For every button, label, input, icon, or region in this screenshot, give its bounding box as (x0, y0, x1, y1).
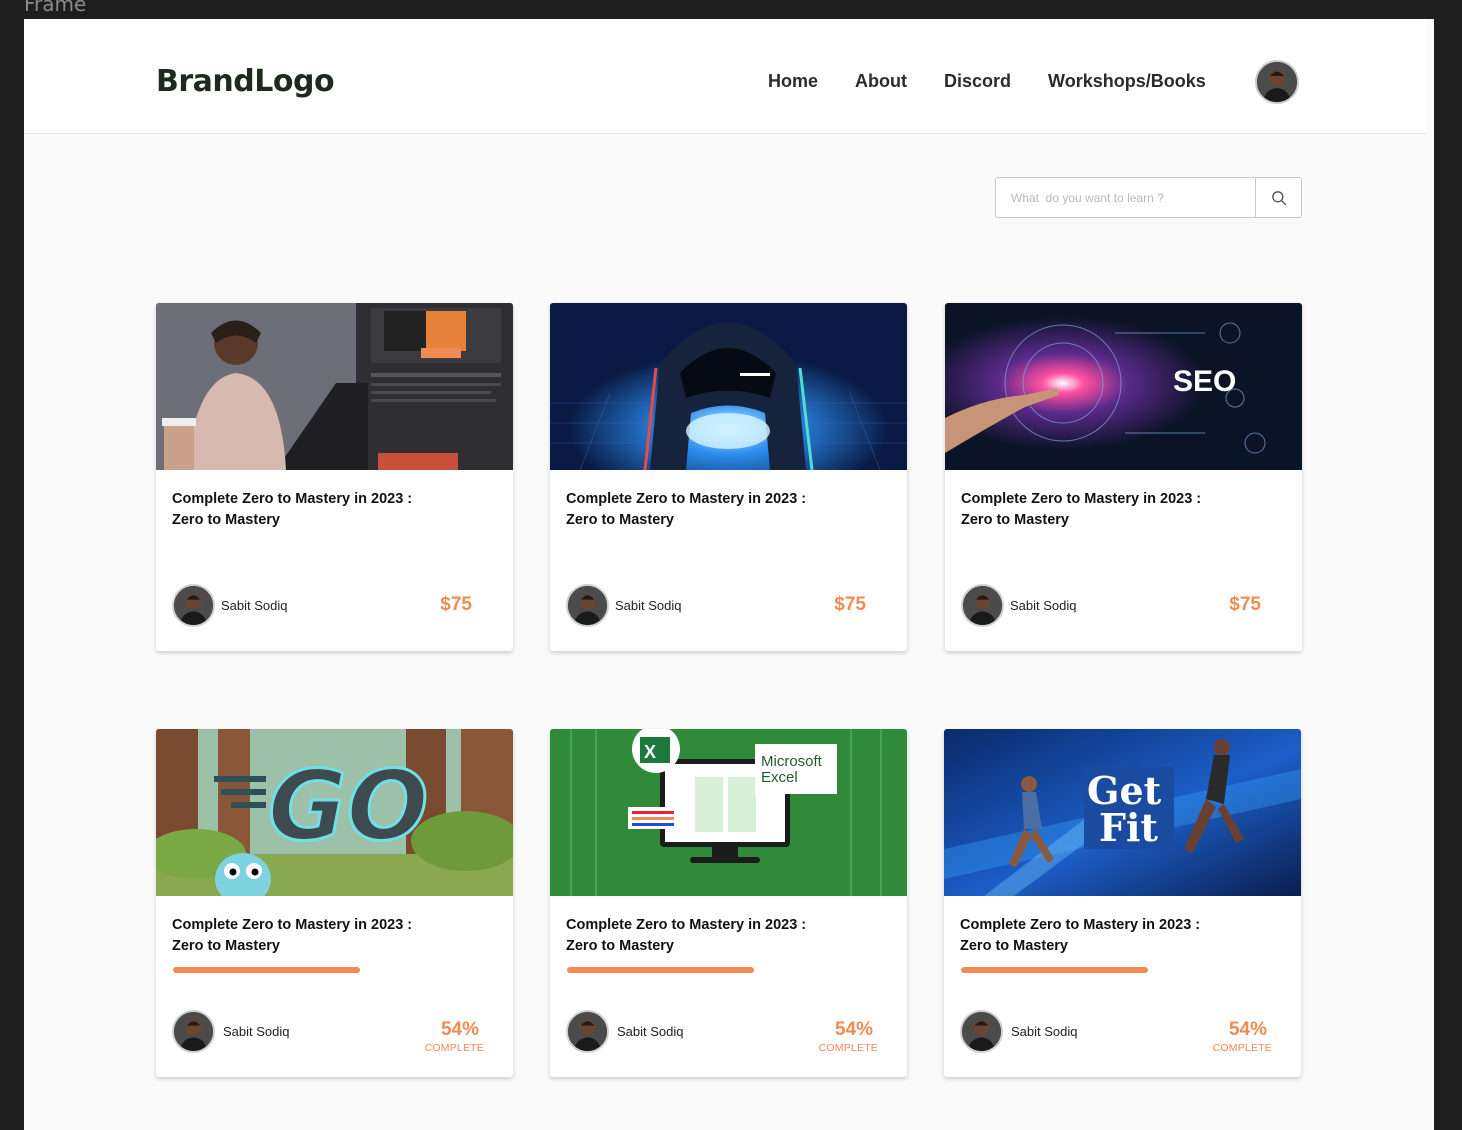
course-thumbnail: SEO (945, 303, 1302, 470)
go-image-text: GO (268, 750, 428, 862)
course-price: $75 (440, 594, 472, 615)
author-avatar (960, 1010, 1003, 1053)
excel-image-text-2: Excel (761, 769, 798, 786)
author-name: Sabit Sodiq (615, 598, 682, 613)
in-progress-card[interactable]: Get Fit Complete Zero to Mastery in 2023… (944, 729, 1301, 1077)
course-title[interactable]: Complete Zero to Mastery in 2023 : Zero … (961, 489, 1241, 530)
course-image-go: GO (156, 729, 513, 896)
search-input[interactable] (996, 178, 1255, 217)
course-title[interactable]: Complete Zero to Mastery in 2023 : Zero … (172, 489, 452, 530)
author-avatar (172, 584, 215, 627)
author-name: Sabit Sodiq (1011, 1024, 1078, 1039)
progress-percent: 54% (1228, 1019, 1267, 1040)
get-fit-image-text-2: Fit (1099, 805, 1158, 850)
navbar: BrandLogo Home About Discord Workshops/B… (24, 19, 1426, 134)
nav-link-workshops-books[interactable]: Workshops/Books (1048, 71, 1206, 92)
course-image-hacker (550, 303, 907, 470)
course-price: $75 (834, 594, 866, 615)
author-avatar (961, 584, 1004, 627)
course-card[interactable]: Complete Zero to Mastery in 2023 : Zero … (156, 303, 513, 651)
frame-label: Frame (24, 0, 87, 16)
search-button[interactable] (1255, 178, 1301, 217)
author-name: Sabit Sodiq (223, 1024, 290, 1039)
course-price: $75 (1229, 594, 1261, 615)
nav-link-home[interactable]: Home (768, 71, 818, 92)
course-thumbnail: X Microsoft Excel (550, 729, 907, 896)
brand-logo[interactable]: BrandLogo (156, 64, 335, 99)
author-name: Sabit Sodiq (617, 1024, 684, 1039)
user-avatar[interactable] (1255, 60, 1299, 104)
course-title[interactable]: Complete Zero to Mastery in 2023 : Zero … (960, 915, 1240, 956)
progress-status-label: COMPLETE (424, 1042, 484, 1054)
page-frame: BrandLogo Home About Discord Workshops/B… (24, 19, 1434, 1130)
seo-image-text: SEO (1173, 365, 1236, 398)
course-thumbnail: GO (156, 729, 513, 896)
search-bar (995, 177, 1302, 218)
in-progress-card[interactable]: X Microsoft Excel Complete Zero to Maste… (550, 729, 907, 1077)
user-avatar-image (1257, 62, 1297, 102)
progress-percent: 54% (440, 1019, 479, 1040)
course-card[interactable]: SEO Complete Zero to Mastery in 2023 : Z… (945, 303, 1302, 651)
progress-status-label: COMPLETE (1212, 1042, 1272, 1054)
progress-status-label: COMPLETE (818, 1042, 878, 1054)
excel-image-text-1: Microsoft (761, 753, 823, 770)
progress-bar (173, 967, 360, 973)
nav-links: Home About Discord Workshops/Books (768, 71, 1206, 92)
course-image-get-fit: Get Fit (944, 729, 1301, 896)
author-name: Sabit Sodiq (221, 598, 288, 613)
course-thumbnail: Get Fit (944, 729, 1301, 896)
author-avatar (172, 1010, 215, 1053)
nav-link-discord[interactable]: Discord (944, 71, 1011, 92)
course-image-woman-laptop (156, 303, 513, 470)
progress-percent: 54% (834, 1019, 873, 1040)
course-thumbnail (550, 303, 907, 470)
course-title[interactable]: Complete Zero to Mastery in 2023 : Zero … (566, 489, 846, 530)
progress-bar (961, 967, 1148, 973)
nav-link-about[interactable]: About (855, 71, 907, 92)
search-icon (1271, 190, 1286, 205)
progress-bar (567, 967, 754, 973)
course-thumbnail (156, 303, 513, 470)
course-card[interactable]: Complete Zero to Mastery in 2023 : Zero … (550, 303, 907, 651)
course-image-seo: SEO (945, 303, 1302, 470)
author-avatar (566, 1010, 609, 1053)
in-progress-card[interactable]: GO Complete Zero to Mastery in 2023 : Ze… (156, 729, 513, 1077)
svg-text:X: X (644, 742, 656, 762)
course-image-excel: X Microsoft Excel (550, 729, 907, 896)
course-title[interactable]: Complete Zero to Mastery in 2023 : Zero … (172, 915, 452, 956)
author-name: Sabit Sodiq (1010, 598, 1077, 613)
author-avatar (566, 584, 609, 627)
course-title[interactable]: Complete Zero to Mastery in 2023 : Zero … (566, 915, 846, 956)
